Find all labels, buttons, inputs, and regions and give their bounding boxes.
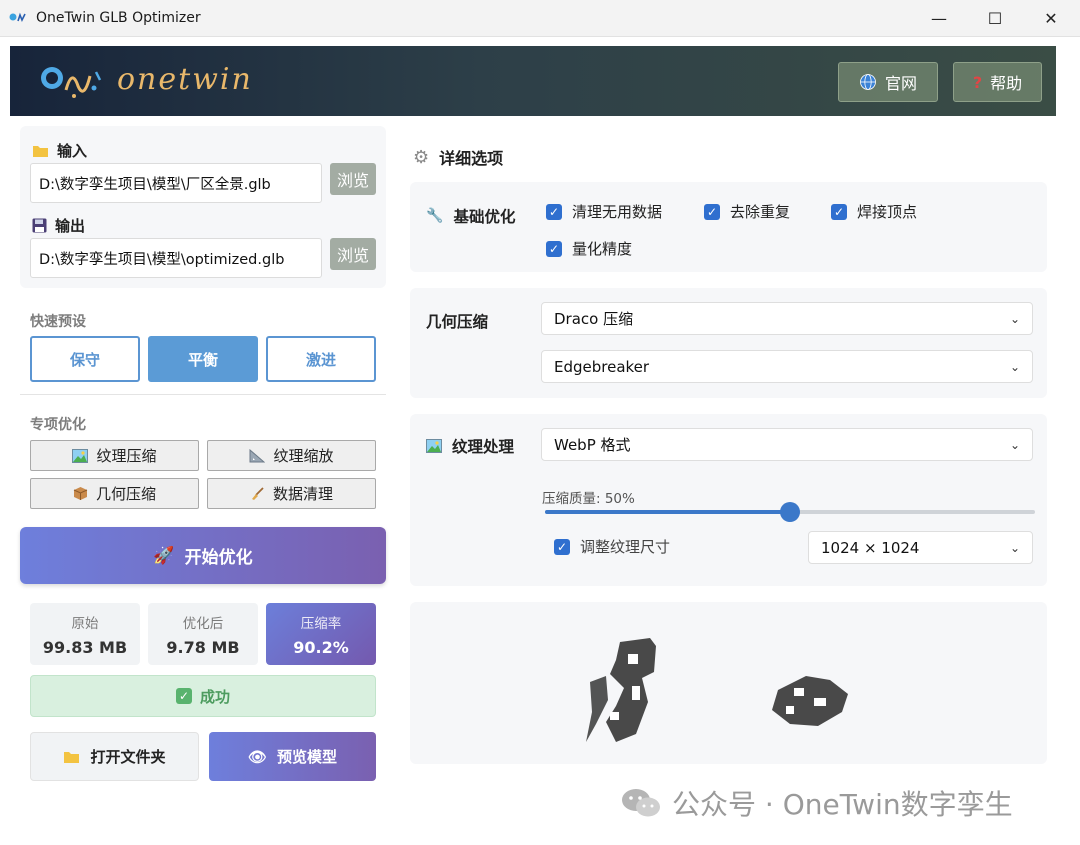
texture-card: 纹理处理 WebP 格式 ⌄ 压缩质量: 50% ✓ 调整纹理尺寸 1024 × … — [410, 414, 1047, 586]
presets-label: 快速预设 — [30, 314, 86, 330]
wechat-icon — [622, 789, 660, 817]
app-icon — [9, 12, 26, 22]
geometry-card: 几何压缩 Draco 压缩 ⌄ Edgebreaker ⌄ — [410, 288, 1047, 398]
package-icon — [73, 487, 88, 500]
input-label: 输入 — [32, 140, 87, 161]
texture-scale-button[interactable]: 纹理缩放 — [207, 440, 376, 471]
option-weld-vertices[interactable]: ✓ 焊接顶点 — [831, 201, 917, 222]
texture-format-select[interactable]: WebP 格式 ⌄ — [541, 428, 1033, 461]
stat-optimized: 优化后 9.78 MB — [148, 603, 258, 665]
checkbox-checked-icon[interactable]: ✓ — [554, 538, 570, 555]
stat-ratio: 压缩率 90.2% — [266, 603, 376, 665]
preview-model-button[interactable]: 👁 预览模型 — [209, 732, 376, 781]
preset-conservative-button[interactable]: 保守 — [30, 336, 140, 382]
check-icon: ✓ — [175, 688, 192, 704]
chevron-down-icon: ⌄ — [1009, 311, 1020, 326]
stat-original: 原始 99.83 MB — [30, 603, 140, 665]
website-button[interactable]: 官网 — [838, 62, 938, 102]
basic-optimization-card: 🔧 基础优化 ✓ 清理无用数据 ✓ 去除重复 ✓ 焊接顶点 ✓ 量化精度 — [410, 182, 1047, 272]
preview-model-label: 预览模型 — [277, 748, 338, 766]
title-bar: OneTwin GLB Optimizer — ☐ ✕ — [0, 0, 1080, 37]
basic-optimization-title: 🔧 基础优化 — [426, 208, 516, 226]
checkbox-checked-icon[interactable]: ✓ — [831, 203, 847, 220]
status-badge: ✓ 成功 — [30, 675, 376, 717]
ruler-triangle-icon — [249, 448, 266, 462]
geometry-title: 几何压缩 — [426, 313, 489, 331]
special-label: 专项优化 — [30, 417, 86, 433]
geometry-compress-button[interactable]: 几何压缩 — [30, 478, 199, 509]
window-title: OneTwin GLB Optimizer — [36, 10, 201, 26]
chevron-down-icon: ⌄ — [1009, 540, 1020, 555]
maximize-button[interactable]: ☐ — [968, 0, 1022, 37]
close-button[interactable]: ✕ — [1024, 0, 1078, 37]
input-path-field[interactable]: D:\数字孪生项目\模型\厂区全景.glb — [30, 163, 322, 203]
logo-icon — [41, 67, 102, 98]
help-button[interactable]: ? 帮助 — [953, 62, 1042, 102]
option-clean-unused[interactable]: ✓ 清理无用数据 — [546, 201, 662, 222]
checkbox-checked-icon[interactable]: ✓ — [546, 203, 562, 220]
quality-slider-thumb[interactable] — [780, 502, 800, 522]
chevron-down-icon: ⌄ — [1009, 359, 1020, 374]
geometry-compress-label: 几何压缩 — [95, 485, 156, 503]
rocket-icon: 🚀 — [153, 545, 175, 566]
folder-icon — [64, 751, 80, 763]
io-card: 输入 D:\数字孪生项目\模型\厂区全景.glb 浏览 输出 D:\数字孪生项目… — [20, 126, 386, 288]
watermark: 公众号 · OneTwin数字孪生 — [620, 783, 1013, 823]
globe-icon — [860, 74, 876, 90]
question-icon: ? — [972, 72, 983, 92]
open-folder-label: 打开文件夹 — [90, 748, 166, 766]
logo-text: onetwin — [117, 62, 253, 97]
output-path-field[interactable]: D:\数字孪生项目\模型\optimized.glb — [30, 238, 322, 278]
header-banner: onetwin 官网 ? 帮助 — [10, 46, 1056, 116]
minimize-button[interactable]: — — [912, 0, 966, 37]
eye-icon: 👁 — [247, 747, 268, 766]
option-quantize[interactable]: ✓ 量化精度 — [546, 238, 632, 259]
data-clean-label: 数据清理 — [272, 485, 333, 503]
compression-method-select[interactable]: Draco 压缩 ⌄ — [541, 302, 1033, 335]
browse-input-button[interactable]: 浏览 — [330, 163, 376, 195]
status-text: 成功 — [199, 687, 230, 706]
save-icon — [32, 218, 47, 233]
option-resize-texture[interactable]: ✓ 调整纹理尺寸 — [554, 536, 670, 557]
preset-aggressive-button[interactable]: 激进 — [266, 336, 376, 382]
gear-icon: ⚙ — [413, 146, 430, 168]
texture-size-select[interactable]: 1024 × 1024 ⌄ — [808, 531, 1033, 564]
details-title: ⚙ 详细选项 — [413, 146, 504, 169]
model-preview[interactable] — [410, 602, 1047, 764]
folder-icon — [33, 145, 48, 157]
chevron-down-icon: ⌄ — [1009, 437, 1020, 452]
data-clean-button[interactable]: 数据清理 — [207, 478, 376, 509]
wrench-icon: 🔧 — [426, 208, 444, 224]
website-button-label: 官网 — [884, 74, 917, 93]
texture-title: 纹理处理 — [426, 435, 514, 457]
help-button-label: 帮助 — [990, 74, 1023, 93]
start-optimize-button[interactable]: 🚀 开始优化 — [20, 527, 386, 584]
browse-output-button[interactable]: 浏览 — [330, 238, 376, 270]
model-preview-render — [586, 638, 848, 742]
broom-icon — [251, 487, 264, 500]
texture-compress-button[interactable]: 纹理压缩 — [30, 440, 199, 471]
start-optimize-label: 开始优化 — [184, 548, 253, 568]
quality-slider[interactable] — [545, 502, 1035, 522]
option-dedup[interactable]: ✓ 去除重复 — [704, 201, 790, 222]
open-folder-button[interactable]: 打开文件夹 — [30, 732, 199, 781]
texture-compress-label: 纹理压缩 — [96, 447, 157, 465]
divider — [20, 394, 386, 395]
quality-label: 压缩质量: 50% — [542, 491, 635, 507]
checkbox-checked-icon[interactable]: ✓ — [546, 240, 562, 257]
checkbox-checked-icon[interactable]: ✓ — [704, 203, 720, 220]
picture-icon — [426, 439, 442, 453]
quality-slider-fill — [545, 510, 790, 514]
output-label: 输出 — [32, 215, 85, 236]
encoder-select[interactable]: Edgebreaker ⌄ — [541, 350, 1033, 383]
picture-icon — [72, 448, 89, 463]
watermark-text: 公众号 · OneTwin数字孪生 — [672, 788, 1013, 821]
preset-balanced-button[interactable]: 平衡 — [148, 336, 258, 382]
texture-scale-label: 纹理缩放 — [273, 447, 334, 465]
